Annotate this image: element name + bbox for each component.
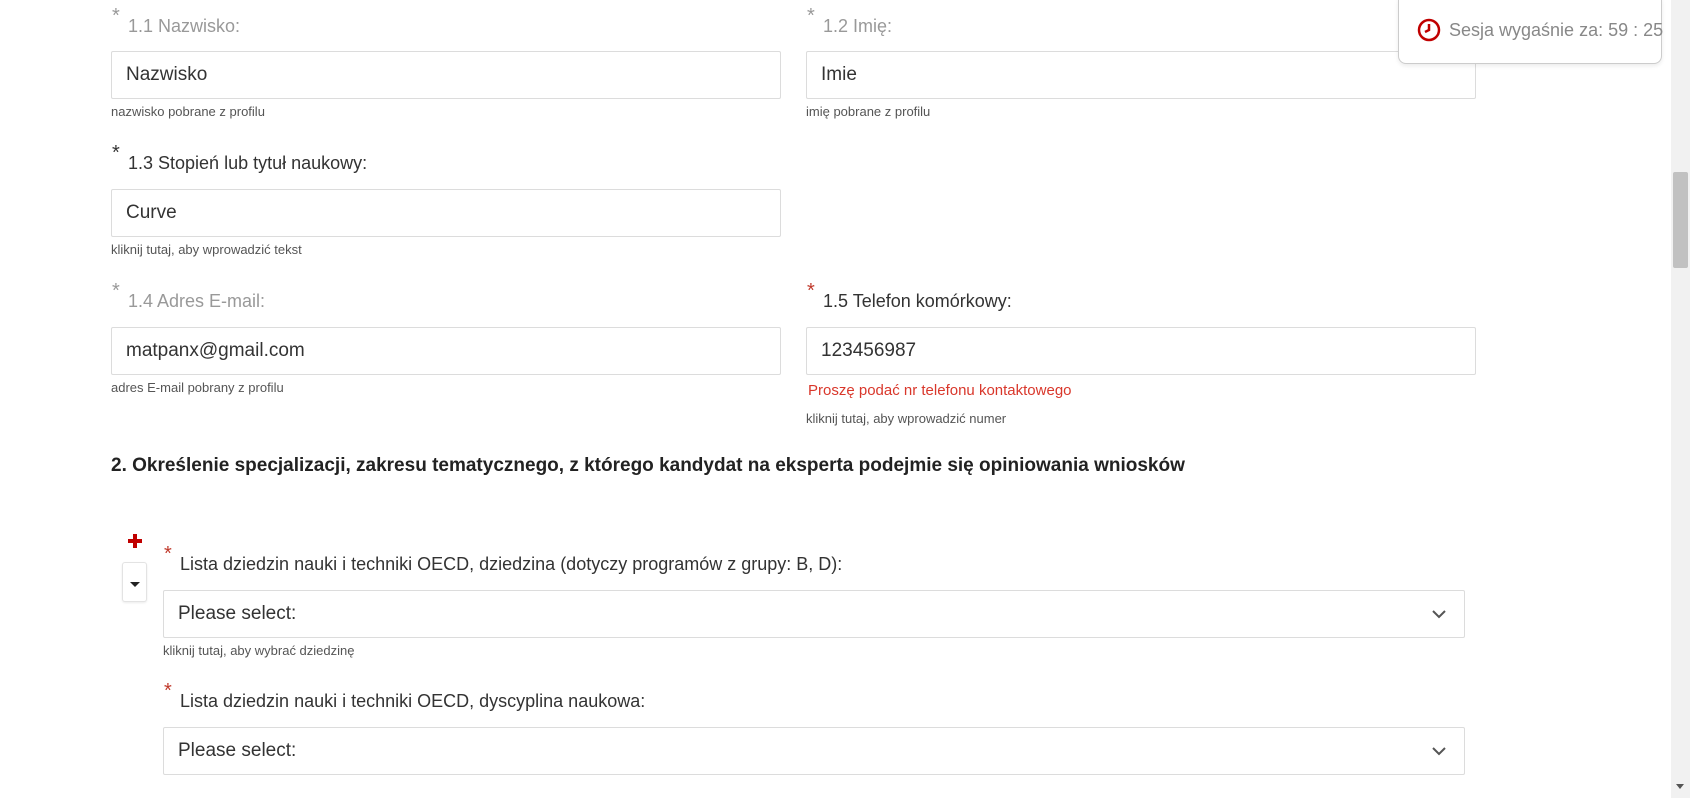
required-mark: * xyxy=(112,280,120,302)
surname-hint: nazwisko pobrane z profilu xyxy=(111,104,265,119)
caret-down-icon xyxy=(130,582,140,587)
phone-input[interactable]: 123456987 xyxy=(806,327,1476,375)
discipline-select[interactable]: Please select: xyxy=(163,727,1465,775)
required-mark: * xyxy=(164,543,172,565)
session-timer: Sesja wygaśnie za: 59 : 25 xyxy=(1398,0,1664,64)
degree-input[interactable]: Curve xyxy=(111,189,781,237)
session-timer-text: Sesja wygaśnie za: 59 : 25 xyxy=(1449,20,1664,40)
required-mark: * xyxy=(112,142,120,164)
field-select-value: Please select: xyxy=(178,603,297,624)
scroll-down-arrow[interactable] xyxy=(1676,784,1684,789)
scrollbar-thumb[interactable] xyxy=(1673,172,1688,268)
required-mark: * xyxy=(112,5,120,27)
email-input[interactable]: matpanx@gmail.com xyxy=(111,327,781,375)
phone-error: Proszę podać nr telefonu kontaktowego xyxy=(808,382,1072,399)
degree-label: 1.3 Stopień lub tytuł naukowy: xyxy=(128,153,368,173)
field-select-hint: kliknij tutaj, aby wybrać dziedzinę xyxy=(163,643,355,658)
chevron-down-icon xyxy=(1432,747,1446,756)
plus-icon[interactable] xyxy=(127,533,143,549)
discipline-select-label: Lista dziedzin nauki i techniki OECD, dy… xyxy=(180,691,646,711)
surname-input[interactable]: Nazwisko xyxy=(111,51,781,99)
degree-hint: kliknij tutaj, aby wprowadzić tekst xyxy=(111,242,302,257)
chevron-down-icon xyxy=(1432,610,1446,619)
section-title: 2. Określenie specjalizacji, zakresu tem… xyxy=(111,455,1185,476)
firstname-label: 1.2 Imię: xyxy=(823,16,893,36)
required-mark: * xyxy=(807,5,815,27)
required-mark: * xyxy=(807,280,815,302)
scrollbar[interactable] xyxy=(1671,0,1690,798)
phone-label: 1.5 Telefon komórkowy: xyxy=(823,291,1012,311)
surname-label: 1.1 Nazwisko: xyxy=(128,16,241,36)
required-mark: * xyxy=(164,680,172,702)
email-label: 1.4 Adres E-mail: xyxy=(128,291,266,311)
field-select[interactable]: Please select: xyxy=(163,590,1465,638)
firstname-hint: imię pobrane z profilu xyxy=(806,104,931,119)
phone-hint: kliknij tutaj, aby wprowadzić numer xyxy=(806,411,1007,426)
clock-icon xyxy=(1417,18,1441,42)
email-hint: adres E-mail pobrany z profilu xyxy=(111,380,284,395)
collapse-button[interactable] xyxy=(122,562,147,602)
firstname-input[interactable]: Imie xyxy=(806,51,1476,99)
discipline-select-value: Please select: xyxy=(178,740,297,761)
field-select-label: Lista dziedzin nauki i techniki OECD, dz… xyxy=(180,554,843,574)
